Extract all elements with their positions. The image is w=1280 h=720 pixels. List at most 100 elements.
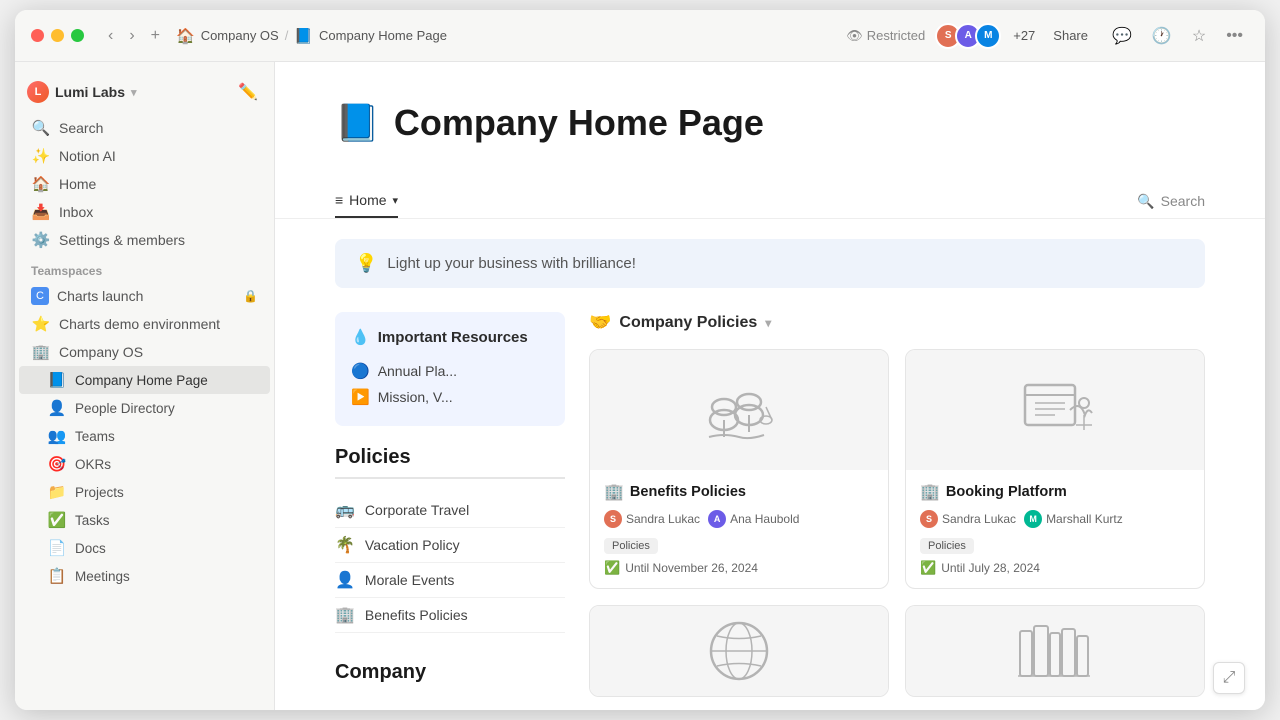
more-button[interactable]: •••	[1220, 23, 1249, 49]
history-button[interactable]: 🕐	[1146, 22, 1178, 50]
policies-title: Policies	[335, 446, 565, 479]
card-benefits[interactable]: 🏢 Benefits Policies S Sandra Lukac	[589, 349, 889, 589]
sidebar-item-teams[interactable]: 👥 Teams	[19, 422, 270, 450]
sidebar-item-home[interactable]: 🏠 Home	[19, 170, 270, 198]
search-icon: 🔍	[1137, 193, 1154, 210]
close-button[interactable]	[31, 29, 44, 42]
check-circle-icon: ✅	[920, 560, 936, 576]
member-count: +27	[1013, 28, 1035, 43]
tab-search[interactable]: 🔍 Search	[1137, 193, 1205, 210]
resources-item-mission[interactable]: ▶️ Mission, V...	[351, 384, 549, 410]
minimize-button[interactable]	[51, 29, 64, 42]
policy-item-morale[interactable]: 👤 Morale Events	[335, 563, 565, 598]
company-os-icon: 🏢	[31, 343, 51, 361]
left-column: 💧 Important Resources 🔵 Annual Pla... ▶️…	[335, 312, 565, 697]
sidebar-label-okrs: OKRs	[75, 457, 111, 472]
author-chip: A Ana Haubold	[708, 510, 799, 528]
policy-item-benefits[interactable]: 🏢 Benefits Policies	[335, 598, 565, 633]
charts-launch-icon: C	[31, 287, 49, 305]
card-global[interactable]	[589, 605, 889, 697]
sidebar-item-notion-ai[interactable]: ✨ Notion AI	[19, 142, 270, 170]
sidebar-item-charts-launch[interactable]: C Charts launch 🔒	[19, 282, 270, 310]
share-button[interactable]: Share	[1043, 24, 1098, 47]
page-title: Company Home Page	[394, 102, 764, 144]
breadcrumb-separator: /	[285, 28, 289, 43]
breadcrumb-page[interactable]: Company Home Page	[319, 28, 447, 43]
policies-section: Policies 🚌 Corporate Travel 🌴 Vacation P…	[335, 446, 565, 633]
sidebar-label-company-home: Company Home Page	[75, 373, 208, 388]
author-avatar: S	[920, 510, 938, 528]
card-booking[interactable]: 🏢 Booking Platform S Sandra Lukac	[905, 349, 1205, 589]
author-avatar: S	[604, 510, 622, 528]
card-body-booking: 🏢 Booking Platform S Sandra Lukac	[906, 470, 1204, 588]
cards-grid: 🏢 Benefits Policies S Sandra Lukac	[589, 349, 1205, 697]
benefits-icon: 🏢	[335, 605, 355, 625]
due-date-booking: ✅ Until July 28, 2024	[920, 560, 1190, 576]
tab-home[interactable]: ≡ Home ▾	[335, 184, 398, 218]
breadcrumb: 🏠 Company OS / 📘 Company Home Page	[176, 27, 836, 45]
sidebar-item-docs[interactable]: 📄 Docs	[19, 534, 270, 562]
meetings-icon: 📋	[47, 567, 67, 585]
vacation-icon: 🌴	[335, 535, 355, 555]
expand-button[interactable]: ⤢	[1213, 662, 1245, 694]
banner-icon: 💡	[355, 253, 377, 274]
okrs-icon: 🎯	[47, 455, 67, 473]
sidebar-item-people-directory[interactable]: 👤 People Directory	[19, 394, 270, 422]
card-label-booking: Booking Platform	[946, 484, 1067, 500]
sidebar-label-meetings: Meetings	[75, 569, 130, 584]
teamspaces-label: Teamspaces	[15, 254, 274, 282]
author-avatar: M	[1024, 510, 1042, 528]
restricted-badge[interactable]: 👁 Restricted	[846, 28, 925, 44]
due-date-benefits: ✅ Until November 26, 2024	[604, 560, 874, 576]
forward-button[interactable]: ›	[123, 23, 140, 49]
sidebar-item-charts-demo[interactable]: ⭐ Charts demo environment	[19, 310, 270, 338]
company-section-heading: Company	[335, 653, 565, 688]
add-tab-button[interactable]: +	[145, 23, 166, 49]
sidebar-label-search: Search	[59, 120, 103, 136]
comment-button[interactable]: 💬	[1106, 22, 1138, 50]
people-dir-icon: 👤	[47, 399, 67, 417]
tasks-icon: ✅	[47, 511, 67, 529]
resources-item-annual[interactable]: 🔵 Annual Pla...	[351, 358, 549, 384]
new-page-button[interactable]: ✏️	[234, 78, 262, 106]
sidebar-item-projects[interactable]: 📁 Projects	[19, 478, 270, 506]
home-icon: 🏠	[31, 175, 51, 193]
search-label: Search	[1161, 193, 1205, 209]
sidebar-item-search[interactable]: 🔍 Search	[19, 114, 270, 142]
author-name: Ana Haubold	[730, 512, 799, 526]
titlebar-actions: S A M +27 Share 💬 🕐 ☆ •••	[935, 22, 1249, 50]
main-content: 📘 Company Home Page ≡ Home ▾ 🔍 Search	[275, 62, 1265, 710]
tab-home-label: Home	[349, 192, 386, 208]
favorite-button[interactable]: ☆	[1186, 22, 1212, 50]
sidebar-item-company-os[interactable]: 🏢 Company OS	[19, 338, 270, 366]
sidebar-item-settings[interactable]: ⚙️ Settings & members	[19, 226, 270, 254]
sidebar-item-meetings[interactable]: 📋 Meetings	[19, 562, 270, 590]
card-library[interactable]	[905, 605, 1205, 697]
card-body-benefits: 🏢 Benefits Policies S Sandra Lukac	[590, 470, 888, 588]
company-policies-icon: 🤝	[589, 312, 611, 333]
annual-icon: 🔵	[351, 362, 370, 380]
back-button[interactable]: ‹	[102, 23, 119, 49]
resources-box: 💧 Important Resources 🔵 Annual Pla... ▶️…	[335, 312, 565, 426]
resources-title-text: Important Resources	[378, 329, 528, 346]
card-image-booking	[906, 350, 1204, 470]
sidebar-item-company-home[interactable]: 📘 Company Home Page	[19, 366, 270, 394]
breadcrumb-workspace[interactable]: Company OS	[201, 28, 279, 43]
company-policies-header: 🤝 Company Policies ▾	[589, 312, 1205, 333]
banner-text: Light up your business with brilliance!	[387, 255, 635, 272]
sidebar-item-okrs[interactable]: 🎯 OKRs	[19, 450, 270, 478]
policy-item-travel[interactable]: 🚌 Corporate Travel	[335, 493, 565, 528]
author-chip: M Marshall Kurtz	[1024, 510, 1123, 528]
maximize-button[interactable]	[71, 29, 84, 42]
resources-item-mission-label: Mission, V...	[378, 389, 453, 405]
workspace-logo: L	[27, 81, 49, 103]
projects-icon: 📁	[47, 483, 67, 501]
sidebar-label-charts-demo: Charts demo environment	[59, 316, 220, 332]
policy-item-vacation[interactable]: 🌴 Vacation Policy	[335, 528, 565, 563]
sidebar: L Lumi Labs ▾ ✏️ 🔍 Search ✨ Notion AI 🏠 …	[15, 62, 275, 710]
sidebar-item-inbox[interactable]: 📥 Inbox	[19, 198, 270, 226]
traffic-lights	[31, 29, 84, 42]
workspace-name[interactable]: L Lumi Labs ▾	[27, 81, 137, 103]
sidebar-item-tasks[interactable]: ✅ Tasks	[19, 506, 270, 534]
nav-buttons: ‹ › +	[102, 23, 166, 49]
